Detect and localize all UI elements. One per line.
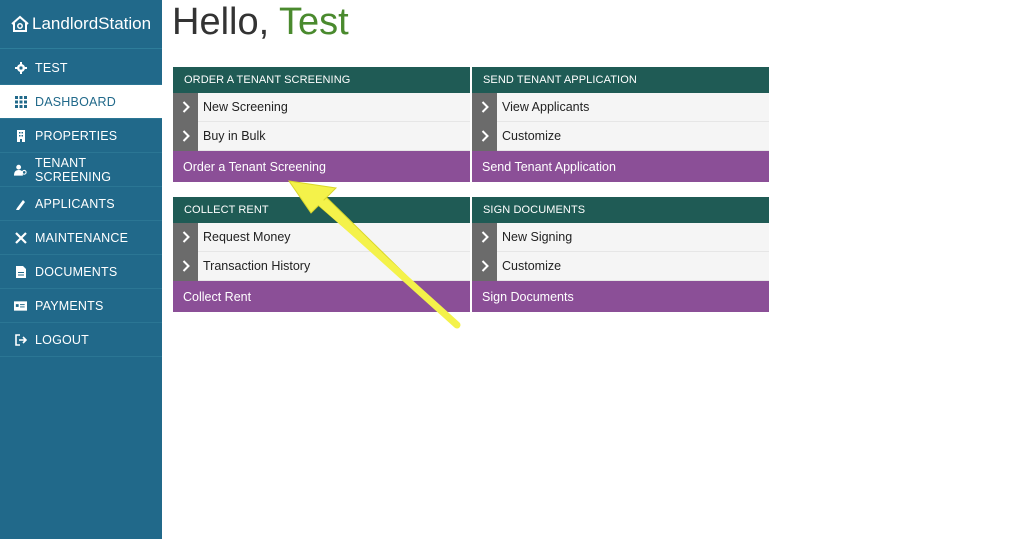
card-header: COLLECT RENT — [173, 197, 470, 223]
chevron-right-icon — [472, 222, 497, 252]
card-header: ORDER A TENANT SCREENING — [173, 67, 470, 93]
sidebar-item-label: DOCUMENTS — [35, 264, 118, 279]
screening-card: ORDER A TENANT SCREENING New Screening B… — [173, 67, 470, 182]
order-tenant-screening-button[interactable]: Order a Tenant Screening — [173, 151, 470, 182]
row-label: View Applicants — [502, 100, 590, 114]
application-card: SEND TENANT APPLICATION View Applicants … — [472, 67, 769, 182]
document-icon — [14, 265, 27, 278]
card-icon — [14, 299, 27, 312]
row-label: Customize — [502, 259, 562, 273]
card-header: SIGN DOCUMENTS — [472, 197, 769, 223]
buy-in-bulk-link[interactable]: Buy in Bulk — [173, 121, 470, 151]
row-label: New Signing — [502, 230, 573, 244]
chevron-right-icon — [472, 92, 497, 122]
brand-logo[interactable]: LandlordStation — [0, 0, 162, 49]
row-label: Buy in Bulk — [203, 129, 266, 143]
sidebar-item-label: TENANT SCREENING — [35, 155, 112, 184]
request-money-link[interactable]: Request Money — [173, 222, 470, 252]
greeting-prefix: Hello, — [172, 1, 280, 43]
chevron-right-icon — [472, 121, 497, 151]
view-applicants-link[interactable]: View Applicants — [472, 92, 769, 122]
gear-icon — [14, 61, 27, 74]
house-icon — [11, 15, 29, 32]
sidebar-item-logout[interactable]: LOGOUT — [0, 323, 162, 357]
brand-name: LandlordStation — [32, 14, 152, 33]
sidebar-item-documents[interactable]: DOCUMENTS — [0, 255, 162, 289]
sidebar-item-label: APPLICANTS — [35, 196, 115, 211]
new-signing-link[interactable]: New Signing — [472, 222, 769, 252]
chevron-right-icon — [472, 251, 497, 281]
card-header: SEND TENANT APPLICATION — [472, 67, 769, 93]
customize-application-link[interactable]: Customize — [472, 121, 769, 151]
chevron-right-icon — [173, 121, 198, 151]
chevron-right-icon — [173, 92, 198, 122]
rent-card: COLLECT RENT Request Money Transaction H… — [173, 197, 470, 312]
sidebar-item-label: PROPERTIES — [35, 128, 118, 143]
collect-rent-button[interactable]: Collect Rent — [173, 281, 470, 312]
sidebar-item-applicants[interactable]: APPLICANTS — [0, 187, 162, 221]
row-label: Customize — [502, 129, 562, 143]
sidebar-item-maintenance[interactable]: MAINTENANCE — [0, 221, 162, 255]
tools-icon — [14, 231, 27, 244]
sidebar-item-label: DASHBOARD — [35, 94, 116, 109]
new-screening-link[interactable]: New Screening — [173, 92, 470, 122]
row-label: New Screening — [203, 100, 288, 114]
greeting-name: Test — [279, 1, 349, 43]
sidebar-item-payments[interactable]: PAYMENTS — [0, 289, 162, 323]
building-icon — [14, 129, 27, 142]
sidebar-item-properties[interactable]: PROPERTIES — [0, 119, 162, 153]
grid-icon — [14, 95, 27, 108]
chevron-right-icon — [173, 222, 198, 252]
send-tenant-application-button[interactable]: Send Tenant Application — [472, 151, 769, 182]
transaction-history-link[interactable]: Transaction History — [173, 251, 470, 281]
sidebar-item-label: MAINTENANCE — [35, 230, 129, 245]
sidebar: LandlordStation TEST DASHBOARD PROPERTIE… — [0, 0, 162, 539]
sidebar-item-label: LOGOUT — [35, 332, 89, 347]
user-search-icon — [14, 163, 27, 176]
sign-documents-button[interactable]: Sign Documents — [472, 281, 769, 312]
pen-icon — [14, 197, 27, 210]
sidebar-item-dashboard[interactable]: DASHBOARD — [0, 85, 162, 119]
sidebar-item-test[interactable]: TEST — [0, 51, 162, 85]
documents-card: SIGN DOCUMENTS New Signing Customize Sig… — [472, 197, 769, 312]
row-label: Request Money — [203, 230, 291, 244]
customize-documents-link[interactable]: Customize — [472, 251, 769, 281]
row-label: Transaction History — [203, 259, 311, 273]
sidebar-item-label: PAYMENTS — [35, 298, 104, 313]
page-title: Hello, Test — [172, 0, 349, 44]
chevron-right-icon — [173, 251, 198, 281]
logout-icon — [14, 333, 27, 346]
sidebar-item-tenant-screening[interactable]: TENANT SCREENING — [0, 153, 162, 187]
sidebar-item-label: TEST — [35, 60, 68, 75]
